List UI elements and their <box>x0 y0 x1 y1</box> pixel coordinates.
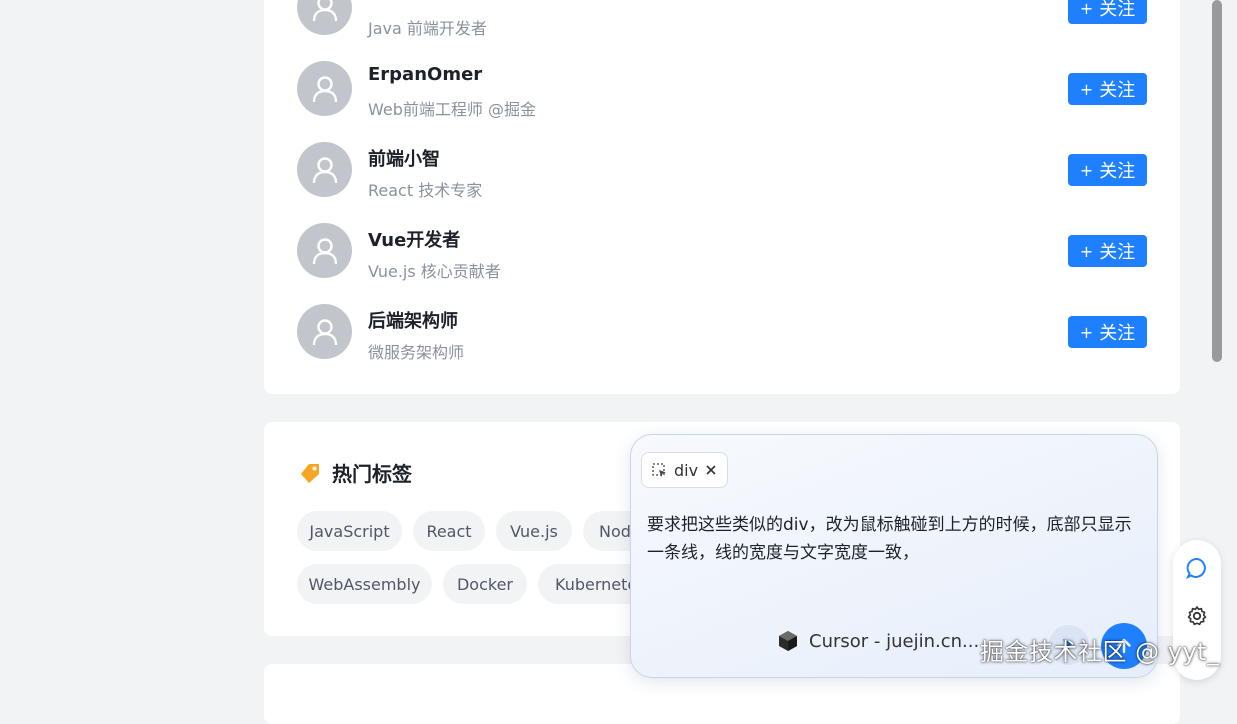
follow-label: 关注 <box>1099 323 1136 344</box>
section-title: 热门标签 <box>298 458 412 487</box>
tag-docker[interactable]: Docker <box>443 564 527 604</box>
user-row: 后端架构师 微服务架构师 + 关注 <box>297 304 1147 364</box>
follow-button[interactable]: + 关注 <box>1068 0 1147 24</box>
tags-title-text: 热门标签 <box>332 462 412 486</box>
gear-icon <box>1187 606 1207 626</box>
tag-javascript[interactable]: JavaScript <box>297 511 402 551</box>
cursor-app-icon <box>779 631 797 651</box>
user-name[interactable]: ErpanOmer <box>368 64 482 85</box>
follow-label: 关注 <box>1099 80 1136 101</box>
user-avatar-icon <box>312 237 337 264</box>
follow-label: 关注 <box>1099 161 1136 182</box>
tag-icon <box>301 463 319 483</box>
tag-webassembly[interactable]: WebAssembly <box>297 564 432 604</box>
follow-button[interactable]: + 关注 <box>1068 154 1147 186</box>
user-desc: Vue.js 核心贡献者 <box>368 262 501 281</box>
plus-icon: + <box>1079 0 1094 18</box>
user-avatar-icon <box>312 0 337 21</box>
plus-icon: + <box>1079 160 1094 180</box>
follow-label: 关注 <box>1099 0 1136 20</box>
user-avatar-icon <box>312 318 337 345</box>
close-icon[interactable] <box>705 464 717 476</box>
user-row: ErpanOmer Web前端工程师 @掘金 + 关注 <box>297 61 1147 121</box>
user-name[interactable]: 后端架构师 <box>368 307 458 333</box>
avatar[interactable] <box>297 223 352 278</box>
follow-button[interactable]: + 关注 <box>1068 73 1147 105</box>
chat-bubble-icon <box>1186 558 1206 579</box>
select-element-icon <box>652 462 666 477</box>
context-chip[interactable]: div <box>641 452 729 488</box>
follow-button[interactable]: + 关注 <box>1068 235 1147 267</box>
user-name[interactable]: 前端小智 <box>368 145 440 171</box>
user-row: 前端小智 React 技术专家 + 关注 <box>297 142 1147 202</box>
user-row: Java 前端开发者 + 关注 <box>297 0 1147 40</box>
avatar[interactable] <box>297 0 352 35</box>
avatar[interactable] <box>297 61 352 116</box>
user-row: Vue开发者 Vue.js 核心贡献者 + 关注 <box>297 223 1147 283</box>
user-avatar-icon <box>312 75 337 102</box>
plus-icon: + <box>1079 79 1094 99</box>
follow-label: 关注 <box>1099 242 1136 263</box>
avatar[interactable] <box>297 142 352 197</box>
context-chip-label: div <box>674 460 699 480</box>
tag-vuejs[interactable]: Vue.js <box>496 511 572 551</box>
source-selector[interactable]: Cursor - juejin.cn... <box>777 630 979 652</box>
user-desc: Java 前端开发者 <box>368 19 487 38</box>
user-desc: Web前端工程师 @掘金 <box>368 100 536 119</box>
user-desc: React 技术专家 <box>368 181 483 200</box>
user-desc: 微服务架构师 <box>368 343 465 362</box>
avatar[interactable] <box>297 304 352 359</box>
chat-button[interactable] <box>1173 544 1221 592</box>
plus-icon: + <box>1079 322 1094 342</box>
source-label: Cursor - juejin.cn... <box>809 630 980 652</box>
tag-react[interactable]: React <box>413 511 485 551</box>
plus-icon: + <box>1079 241 1094 261</box>
user-name[interactable]: Vue开发者 <box>368 226 460 252</box>
watermark: 掘金技术社区 @ yyt_ <box>980 638 1220 666</box>
prompt-input[interactable]: 要求把这些类似的div，改为鼠标触碰到上方的时候，底部只显示一条线，线的宽度与文… <box>647 511 1142 567</box>
follow-button[interactable]: + 关注 <box>1068 316 1147 348</box>
user-avatar-icon <box>312 156 337 183</box>
scrollbar-thumb[interactable] <box>1212 0 1222 362</box>
author-follow-card: Java 前端开发者 + 关注 ErpanOmer Web前端工程师 @掘金 + 关… <box>264 0 1180 394</box>
